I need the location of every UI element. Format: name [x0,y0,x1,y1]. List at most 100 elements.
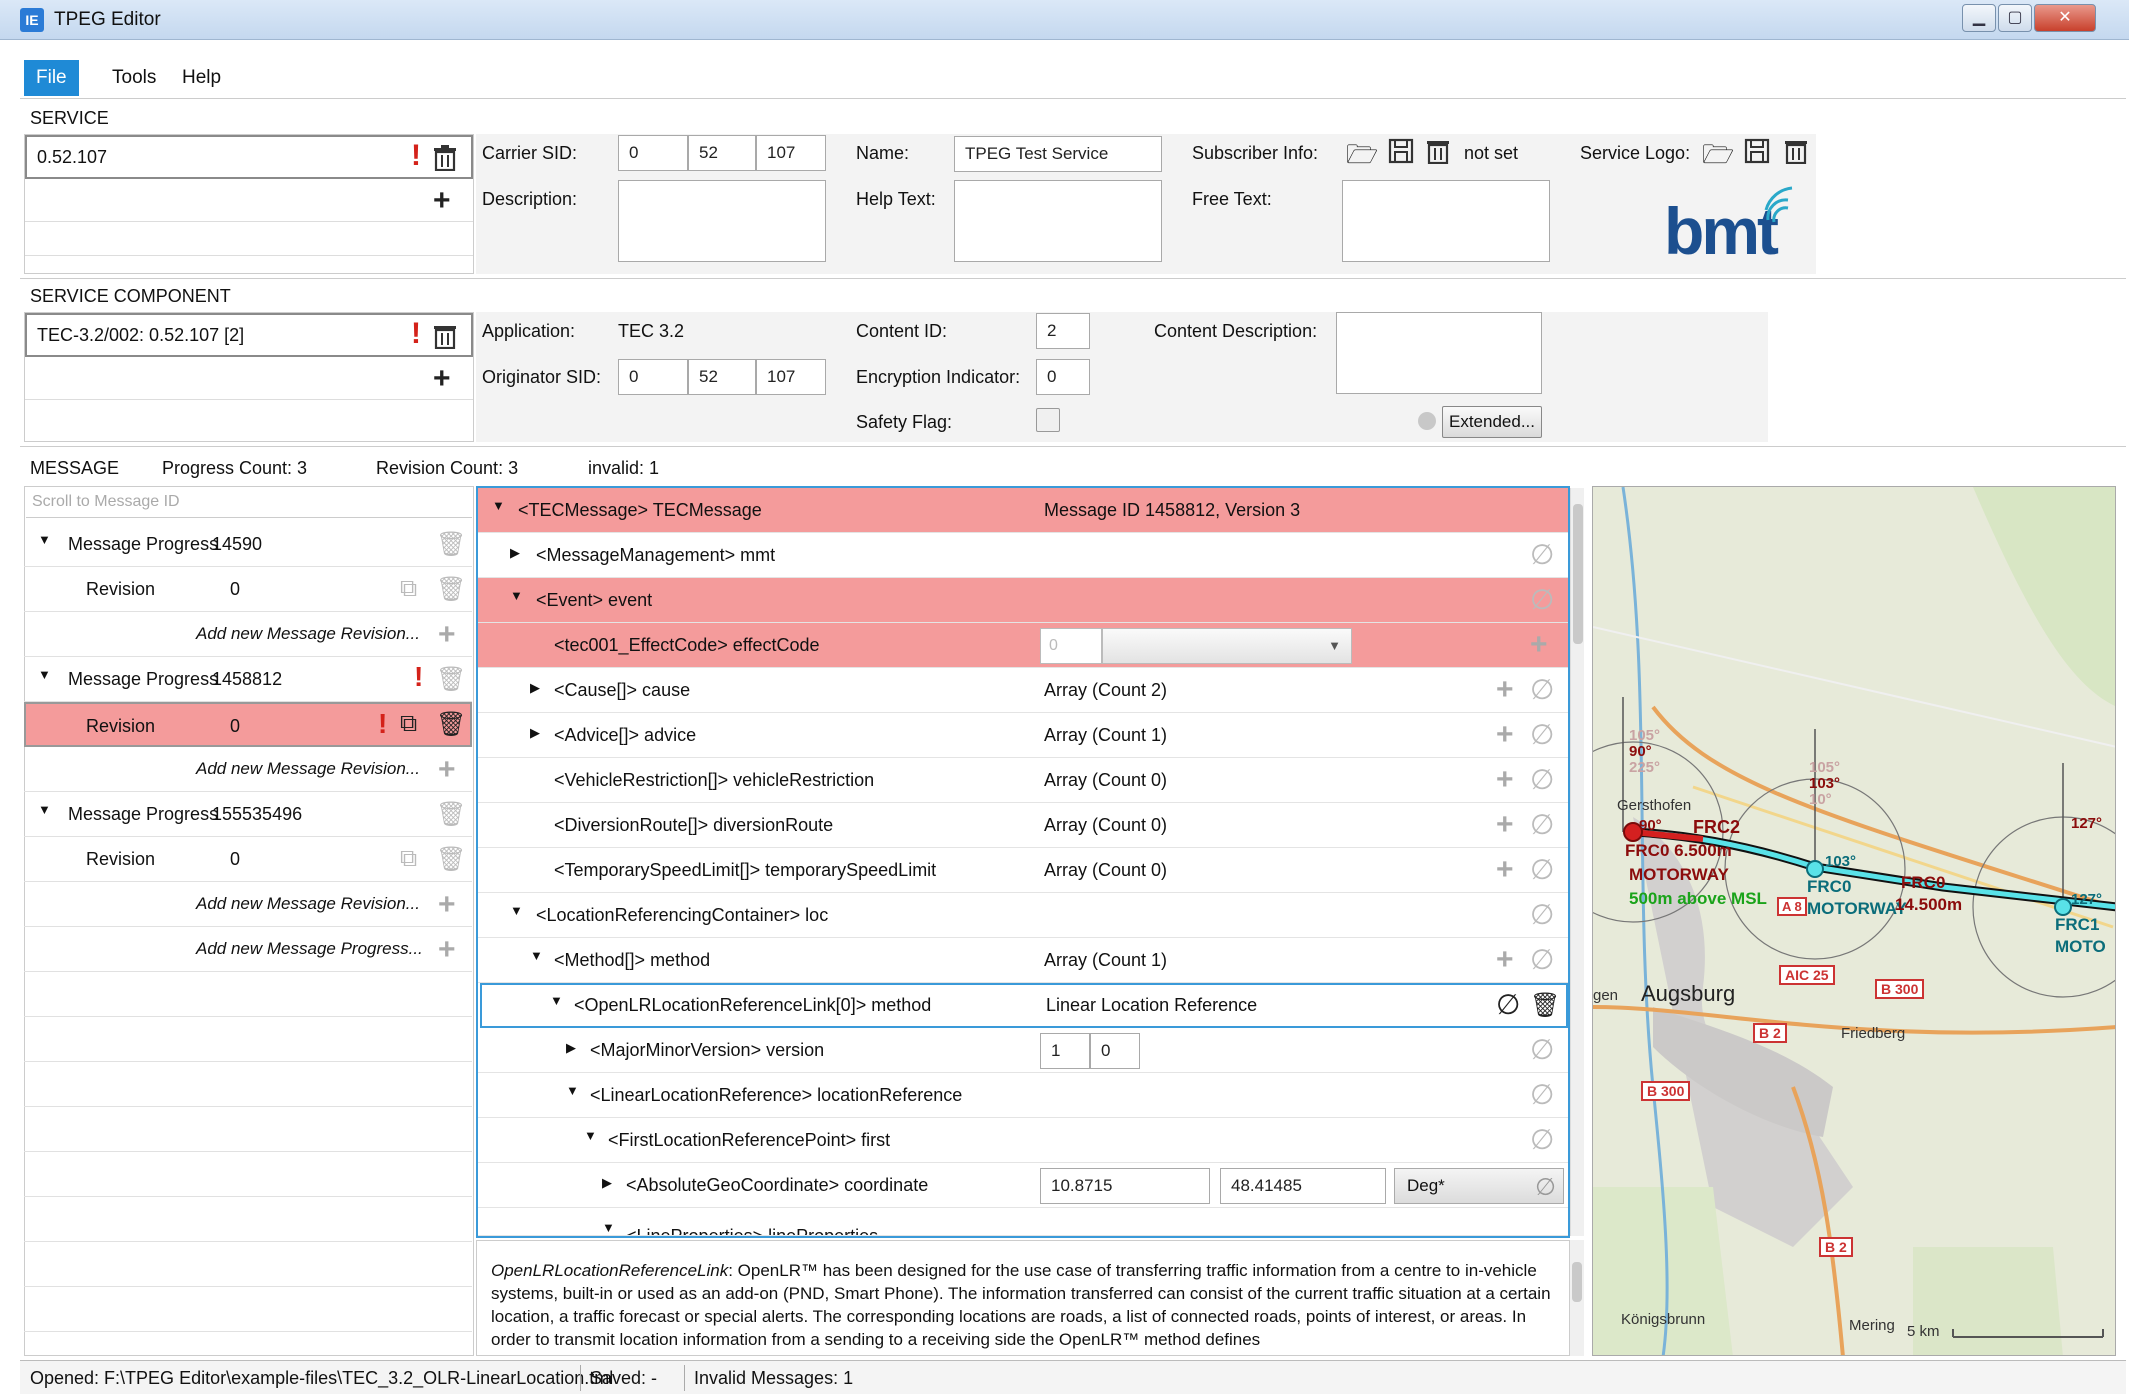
plus-icon[interactable]: + [1496,945,1514,975]
tree-row-diversion-route[interactable]: <DiversionRoute[]> diversionRoute Array … [478,803,1568,848]
null-icon[interactable]: ∅ [1530,766,1554,794]
trash-icon[interactable]: 🗑 [436,575,466,604]
tree-row-advice[interactable]: ▶ <Advice[]> advice Array (Count 1) + ∅ [478,713,1568,758]
expand-down-icon[interactable]: ▼ [38,667,51,682]
trash-icon[interactable]: 🗑 [436,710,466,739]
help-text-field[interactable] [954,180,1162,262]
null-icon[interactable]: ∅ [1496,991,1520,1019]
menu-help[interactable]: Help [170,60,233,96]
null-icon[interactable]: ∅ [1530,811,1554,839]
tree-row-location-reference[interactable]: ▼ <LinearLocationReference> locationRefe… [478,1073,1568,1118]
expand-down-icon[interactable]: ▼ [566,1083,579,1098]
open-folder-icon[interactable]: 🗁 [1702,136,1734,180]
coordinate-unit-select[interactable]: Deg* ∅ [1394,1168,1564,1204]
tree-row-version[interactable]: ▶ <MajorMinorVersion> version 1 0 ∅ [478,1028,1568,1073]
originator-sid-field-3[interactable]: 107 [756,359,826,395]
expand-right-icon[interactable]: ▶ [530,680,540,696]
add-service-icon[interactable]: + [433,186,451,216]
trash-icon[interactable]: 🗑 [1530,991,1560,1020]
longitude-field[interactable]: 10.8715 [1040,1168,1210,1204]
originator-sid-field-1[interactable]: 0 [618,359,688,395]
tree-row-coordinate[interactable]: ▶ <AbsoluteGeoCoordinate> coordinate 10.… [478,1163,1568,1208]
menu-file[interactable]: File [24,60,79,96]
trash-icon[interactable] [433,145,457,171]
null-icon[interactable]: ∅ [1530,856,1554,884]
tree-row-temporary-speed-limit[interactable]: <TemporarySpeedLimit[]> temporarySpeedLi… [478,848,1568,893]
add-revision-link[interactable]: Add new Message Revision... [196,759,420,779]
maximize-icon[interactable]: ▢ [1998,4,2032,32]
tree-row-loc[interactable]: ▼ <LocationReferencingContainer> loc ∅ [478,893,1568,938]
plus-icon[interactable]: + [1496,720,1514,750]
carrier-sid-field-2[interactable]: 52 [688,135,756,171]
tree-row-effectcode[interactable]: <tec001_EffectCode> effectCode 0 ▼ + [478,623,1568,668]
copy-icon[interactable]: ⧉ [400,575,417,603]
safety-flag-checkbox[interactable] [1036,408,1060,432]
encryption-field[interactable]: 0 [1036,359,1090,395]
copy-icon[interactable]: ⧉ [400,845,417,873]
minimize-icon[interactable]: ▁ [1962,4,1996,32]
expand-down-icon[interactable]: ▼ [584,1128,597,1143]
trash-icon[interactable] [1426,138,1450,164]
null-icon[interactable]: ∅ [1530,721,1554,749]
save-icon[interactable] [1388,138,1414,164]
description-scrollbar-thumb[interactable] [1572,1262,1582,1302]
tree-row-openlr-selected[interactable]: ▼ <OpenLRLocationReferenceLink[0]> metho… [480,983,1568,1028]
effect-code-dropdown[interactable]: ▼ [1102,628,1352,664]
add-revision-row[interactable]: Add new Message Revision... + [24,747,472,792]
tree-scrollbar-thumb[interactable] [1573,504,1583,644]
description-field[interactable] [618,180,826,262]
add-revision-row[interactable]: Add new Message Revision... + [24,882,472,927]
expand-down-icon[interactable]: ▼ [602,1220,615,1235]
extended-button[interactable]: Extended... [1442,406,1542,438]
name-field[interactable]: TPEG Test Service [954,136,1162,172]
copy-icon[interactable]: ⧉ [400,710,417,738]
trash-icon[interactable]: 🗑 [436,665,466,694]
plus-icon[interactable]: + [1496,855,1514,885]
close-icon[interactable]: ✕ [2034,4,2096,32]
tree-row-method[interactable]: ▼ <Method[]> method Array (Count 1) + ∅ [478,938,1568,983]
save-icon[interactable] [1744,138,1770,164]
tree-row-first[interactable]: ▼ <FirstLocationReferencePoint> first ∅ [478,1118,1568,1163]
expand-down-icon[interactable]: ▼ [38,802,51,817]
originator-sid-field-2[interactable]: 52 [688,359,756,395]
major-version-field[interactable]: 1 [1040,1033,1090,1069]
trash-icon[interactable]: 🗑 [436,800,466,829]
tree-row-cause[interactable]: ▶ <Cause[]> cause Array (Count 2) + ∅ [478,668,1568,713]
add-revision-link[interactable]: Add new Message Revision... [196,894,420,914]
trash-icon[interactable]: 🗑 [436,845,466,874]
expand-down-icon[interactable]: ▼ [510,588,523,603]
expand-down-icon[interactable]: ▼ [530,948,543,963]
menu-tools[interactable]: Tools [100,60,168,96]
tree-scrollbar[interactable] [1570,488,1584,1236]
plus-icon[interactable]: + [1496,765,1514,795]
tree-row-vehicle-restriction[interactable]: <VehicleRestriction[]> vehicleRestrictio… [478,758,1568,803]
null-icon[interactable]: ∅ [1530,1126,1554,1154]
null-icon[interactable]: ∅ [1530,541,1554,569]
add-component-icon[interactable]: + [433,364,451,394]
content-id-field[interactable]: 2 [1036,313,1090,349]
scroll-to-message-input[interactable]: Scroll to Message ID [26,488,472,518]
revision-row[interactable]: Revision 0 ⧉ 🗑 [24,837,472,882]
null-icon[interactable]: ∅ [1530,586,1554,614]
add-progress-link[interactable]: Add new Message Progress... [196,939,423,959]
tree-row-tecmessage[interactable]: ▼ <TECMessage> TECMessage Message ID 145… [478,488,1568,533]
revision-row[interactable]: Revision 0 ⧉ 🗑 [24,567,472,612]
message-progress-row[interactable]: ▼ Message Progress 14590 🗑 [24,522,472,567]
description-scrollbar[interactable] [1570,1240,1584,1356]
null-icon[interactable]: ∅ [1530,1081,1554,1109]
carrier-sid-field-3[interactable]: 107 [756,135,826,171]
expand-down-icon[interactable]: ▼ [550,993,563,1008]
expand-right-icon[interactable]: ▶ [566,1040,576,1056]
trash-icon[interactable]: 🗑 [436,530,466,559]
plus-icon[interactable]: + [438,618,456,652]
message-progress-row[interactable]: ▼ Message Progress 155535496 🗑 [24,792,472,837]
expand-right-icon[interactable]: ▶ [510,545,520,561]
expand-right-icon[interactable]: ▶ [530,725,540,741]
latitude-field[interactable]: 48.41485 [1220,1168,1386,1204]
null-icon[interactable]: ∅ [1530,676,1554,704]
service-list-item[interactable]: 0.52.107 [25,135,473,179]
minor-version-field[interactable]: 0 [1090,1033,1140,1069]
plus-icon[interactable]: + [438,933,456,967]
add-revision-link[interactable]: Add new Message Revision... [196,624,420,644]
trash-icon[interactable] [1784,138,1808,164]
